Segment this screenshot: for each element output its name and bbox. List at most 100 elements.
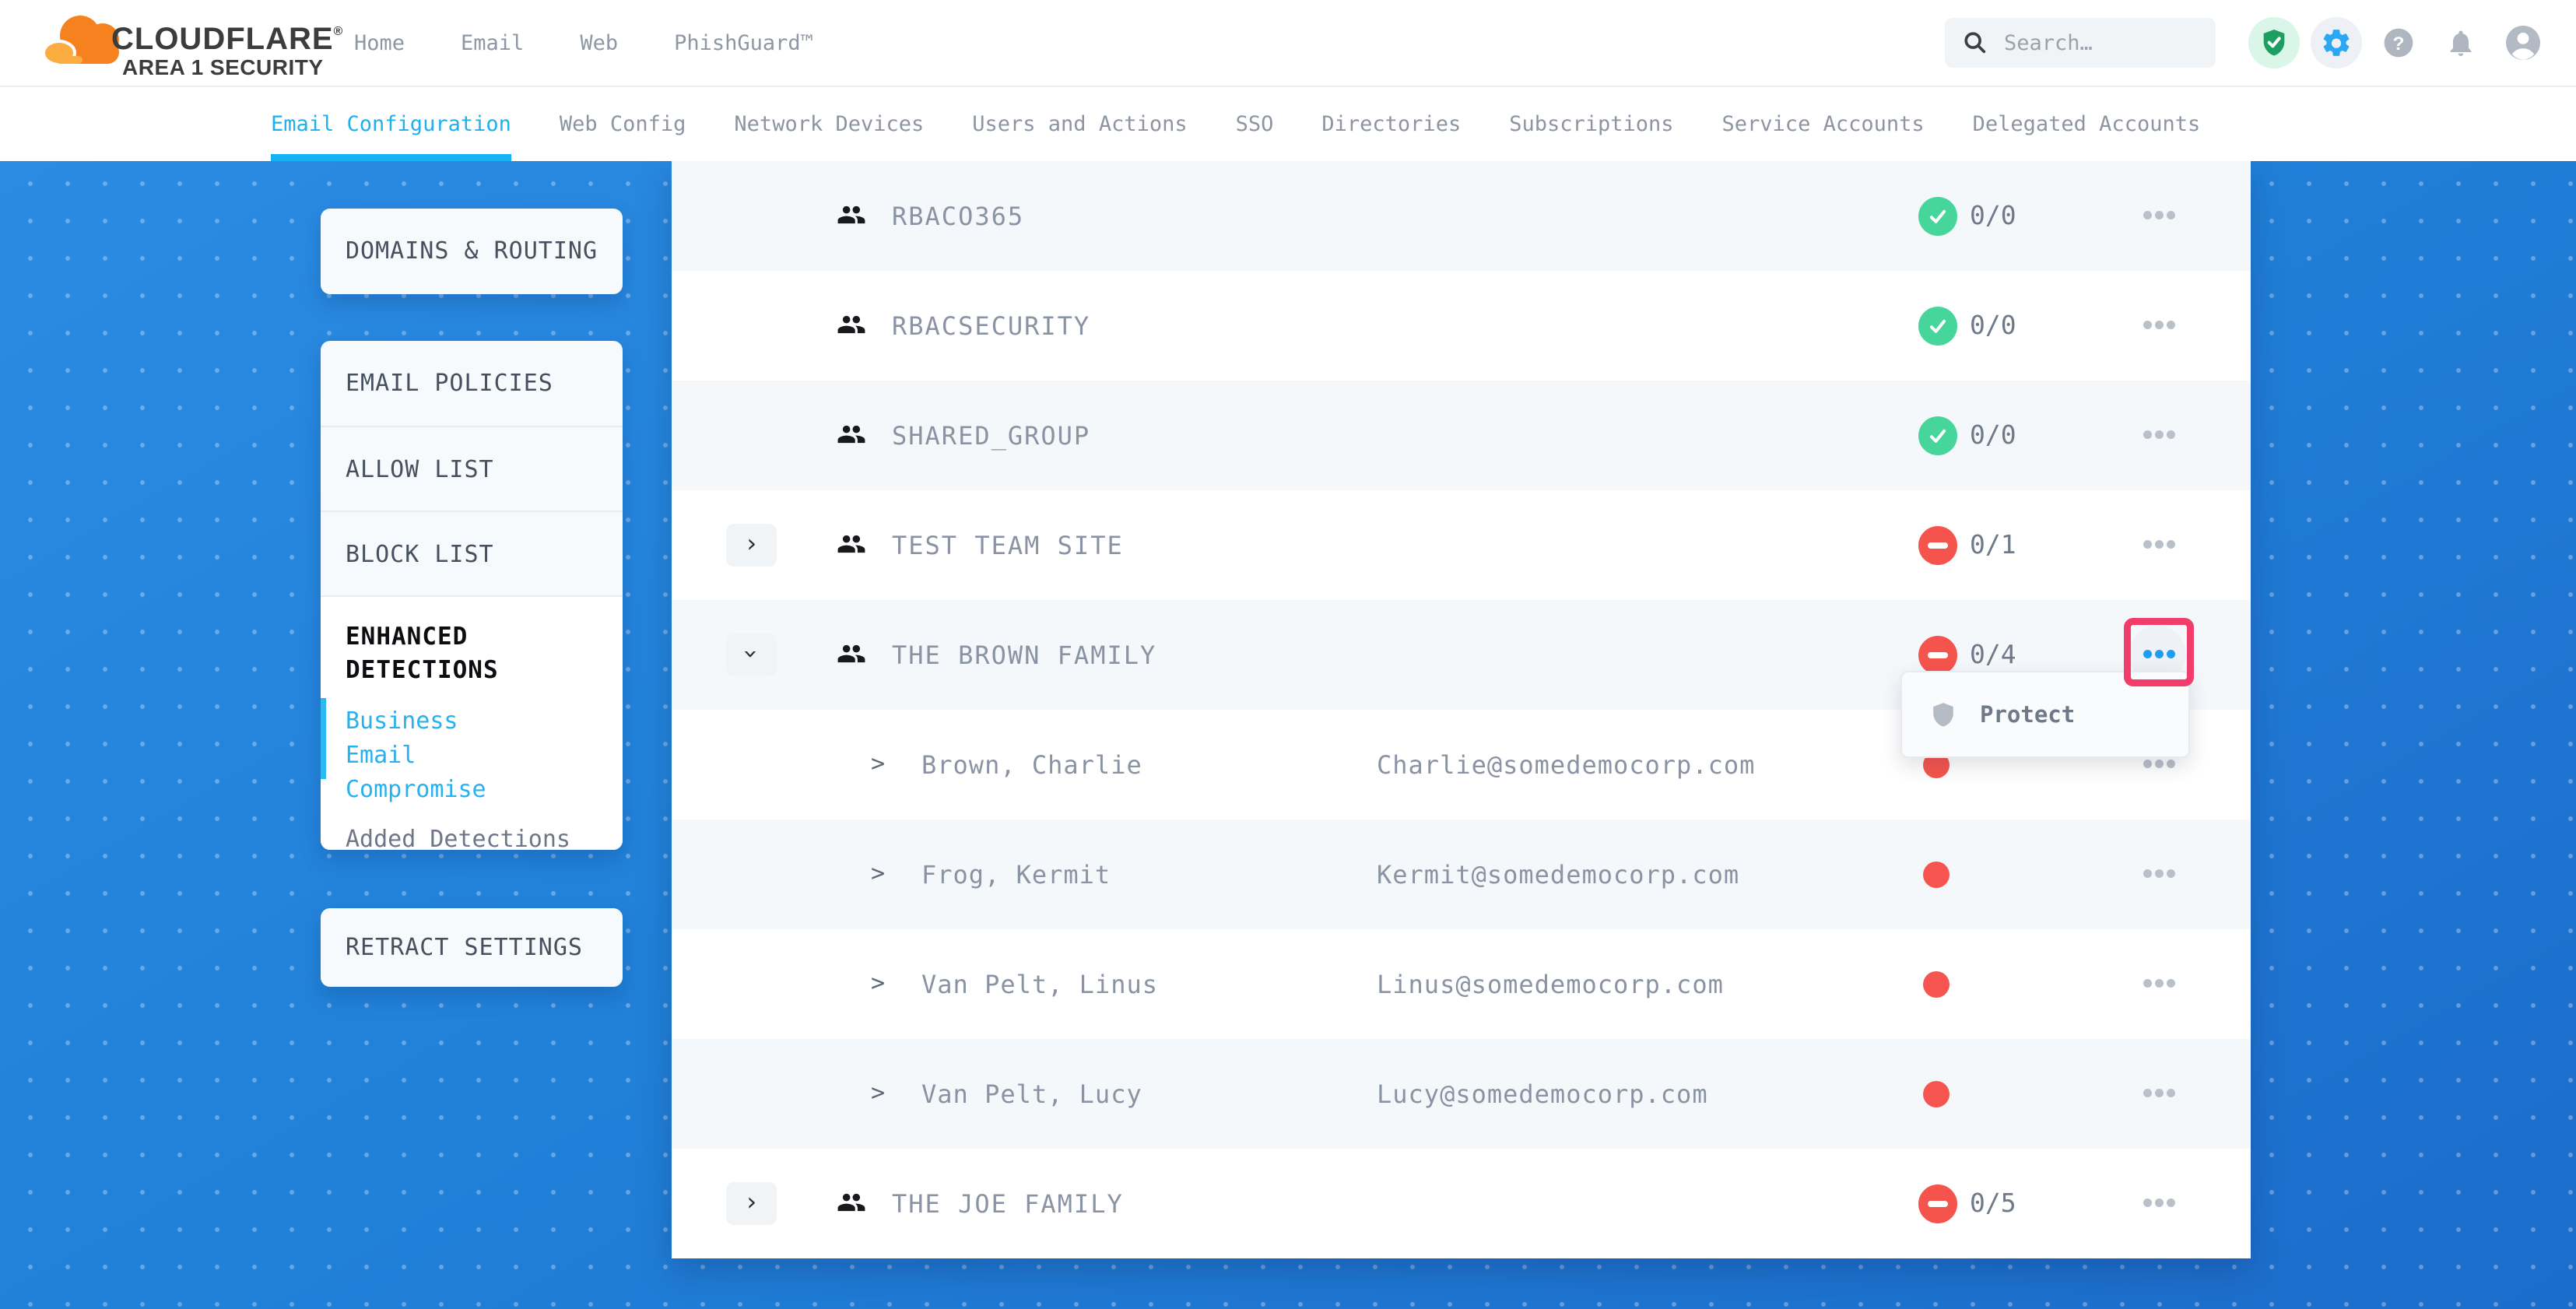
minus-icon	[1928, 542, 1948, 549]
table-row-group[interactable]: SHARED_GROUP 0/0	[672, 381, 2251, 490]
protection-count: 0/0	[1970, 310, 2016, 340]
status-flagged-dot	[1923, 971, 1950, 998]
row-actions-menu: Protect	[1900, 671, 2190, 758]
security-status-button[interactable]	[2248, 17, 2300, 68]
minus-icon	[1928, 1201, 1948, 1207]
sidebar-item-retract-settings[interactable]: RETRACT SETTINGS	[321, 908, 623, 987]
table-row-group[interactable]: › THE JOE FAMILY 0/5	[672, 1149, 2251, 1258]
check-icon	[1926, 205, 1950, 228]
row-actions-button[interactable]	[2143, 869, 2175, 878]
row-actions-button[interactable]	[2143, 321, 2175, 329]
member-name: Brown, Charlie	[921, 750, 1142, 780]
protection-count: 0/5	[1970, 1188, 2016, 1218]
help-button[interactable]: ?	[2373, 17, 2424, 68]
group-icon	[837, 202, 866, 227]
groups-panel: RBACO365 0/0 RBACSECURITY 0/0	[672, 161, 2251, 1258]
registered-mark: ®	[334, 25, 344, 38]
sidebar-item-email-policies[interactable]: EMAIL POLICIES	[321, 341, 623, 426]
minus-icon	[1928, 652, 1948, 658]
status-ok-badge	[1918, 307, 1957, 346]
group-name: RBACSECURITY	[892, 311, 1090, 341]
account-button[interactable]	[2497, 17, 2549, 68]
status-blocked-badge	[1918, 636, 1957, 675]
row-actions-button[interactable]	[2143, 1198, 2175, 1207]
sidebar-item-business-email-compromise[interactable]: Business Email Compromise	[346, 704, 536, 807]
tab-users-and-actions[interactable]: Users and Actions	[972, 87, 1187, 161]
member-email: Charlie@somedemocorp.com	[1377, 750, 1755, 780]
top-nav-email[interactable]: Email	[461, 31, 524, 55]
section-tabs: Email Configuration Web Config Network D…	[0, 87, 2576, 161]
table-row-member[interactable]: > Van Pelt, Lucy Lucy@somedemocorp.com	[672, 1039, 2251, 1149]
sidebar-item-enhanced-detections[interactable]: ENHANCED DETECTIONS	[346, 620, 548, 687]
page-background: DOMAINS & ROUTING EMAIL POLICIES ALLOW L…	[0, 161, 2576, 1309]
avatar-icon	[2504, 24, 2542, 61]
group-name: TEST TEAM SITE	[892, 531, 1124, 560]
sidebar-card-retract-settings: RETRACT SETTINGS	[321, 908, 623, 987]
help-icon: ?	[2382, 26, 2415, 59]
sidebar-item-block-list[interactable]: BLOCK LIST	[321, 511, 623, 595]
expand-button[interactable]: ›	[726, 1182, 777, 1225]
tab-sso[interactable]: SSO	[1236, 87, 1274, 161]
tab-delegated-accounts[interactable]: Delegated Accounts	[1973, 87, 2201, 161]
row-actions-button[interactable]	[2143, 979, 2175, 988]
tab-email-configuration[interactable]: Email Configuration	[271, 87, 511, 161]
status-blocked-badge	[1918, 526, 1957, 565]
row-actions-button[interactable]	[2143, 760, 2175, 768]
bell-icon	[2445, 27, 2476, 58]
group-name: THE JOE FAMILY	[892, 1189, 1124, 1219]
protection-count: 0/4	[1970, 639, 2016, 669]
table-row-member[interactable]: > Frog, Kermit Kermit@somedemocorp.com	[672, 819, 2251, 929]
expand-button[interactable]: ›	[726, 524, 777, 567]
sidebar-card-domains-routing: DOMAINS & ROUTING	[321, 209, 623, 294]
table-row-group[interactable]: RBACSECURITY 0/0	[672, 271, 2251, 381]
member-email: Lucy@somedemocorp.com	[1377, 1079, 1708, 1109]
member-chevron-icon[interactable]: >	[871, 860, 885, 887]
top-nav-phishguard[interactable]: PhishGuard™	[674, 31, 813, 55]
collapse-button[interactable]: ›	[726, 633, 777, 676]
brand-subtitle: AREA 1 SECURITY	[122, 55, 324, 80]
table-row-group[interactable]: › TEST TEAM SITE 0/1	[672, 490, 2251, 600]
member-chevron-icon[interactable]: >	[871, 970, 885, 997]
member-email: Kermit@somedemocorp.com	[1377, 860, 1739, 890]
status-ok-badge	[1918, 197, 1957, 236]
tab-network-devices[interactable]: Network Devices	[734, 87, 924, 161]
member-email: Linus@somedemocorp.com	[1377, 970, 1724, 999]
member-name: Van Pelt, Lucy	[921, 1079, 1142, 1109]
settings-button[interactable]	[2311, 17, 2362, 68]
protection-count: 0/0	[1970, 419, 2016, 450]
table-row-group[interactable]: RBACO365 0/0	[672, 161, 2251, 271]
status-blocked-badge	[1918, 1184, 1957, 1223]
menu-item-label: Protect	[1980, 701, 2075, 728]
notifications-button[interactable]	[2435, 17, 2487, 68]
member-chevron-icon[interactable]: >	[871, 750, 885, 777]
row-actions-button[interactable]	[2143, 430, 2175, 439]
table-row-member[interactable]: > Van Pelt, Linus Linus@somedemocorp.com	[672, 929, 2251, 1039]
tab-subscriptions[interactable]: Subscriptions	[1509, 87, 1673, 161]
row-actions-button[interactable]	[2143, 211, 2175, 219]
shield-icon	[1930, 699, 1957, 730]
chevron-right-icon: ›	[744, 531, 759, 556]
group-icon	[837, 532, 866, 556]
sidebar-item-allow-list[interactable]: ALLOW LIST	[321, 426, 623, 511]
top-nav: Home Email Web PhishGuard™	[354, 0, 813, 86]
active-indicator	[321, 698, 326, 779]
top-nav-web[interactable]: Web	[580, 31, 618, 55]
cloudflare-logo[interactable]: CLOUDFLARE® AREA 1 SECURITY	[0, 0, 342, 86]
search-input[interactable]	[2002, 30, 2192, 56]
top-nav-home[interactable]: Home	[354, 31, 405, 55]
group-icon	[837, 312, 866, 337]
search-box[interactable]	[1945, 18, 2216, 68]
row-actions-button-active[interactable]	[2143, 650, 2175, 658]
sidebar-item-domains-routing[interactable]: DOMAINS & ROUTING	[321, 209, 623, 294]
tab-service-accounts[interactable]: Service Accounts	[1722, 87, 1925, 161]
member-chevron-icon[interactable]: >	[871, 1079, 885, 1107]
tab-web-config[interactable]: Web Config	[560, 87, 686, 161]
check-icon	[1926, 424, 1950, 447]
menu-item-protect[interactable]: Protect	[1902, 672, 2188, 756]
row-actions-button[interactable]	[2143, 1089, 2175, 1097]
sidebar-item-added-detections[interactable]: Added Detections	[346, 823, 598, 857]
status-flagged-dot	[1923, 1081, 1950, 1107]
group-icon	[837, 1190, 866, 1215]
tab-directories[interactable]: Directories	[1321, 87, 1461, 161]
row-actions-button[interactable]	[2143, 540, 2175, 549]
